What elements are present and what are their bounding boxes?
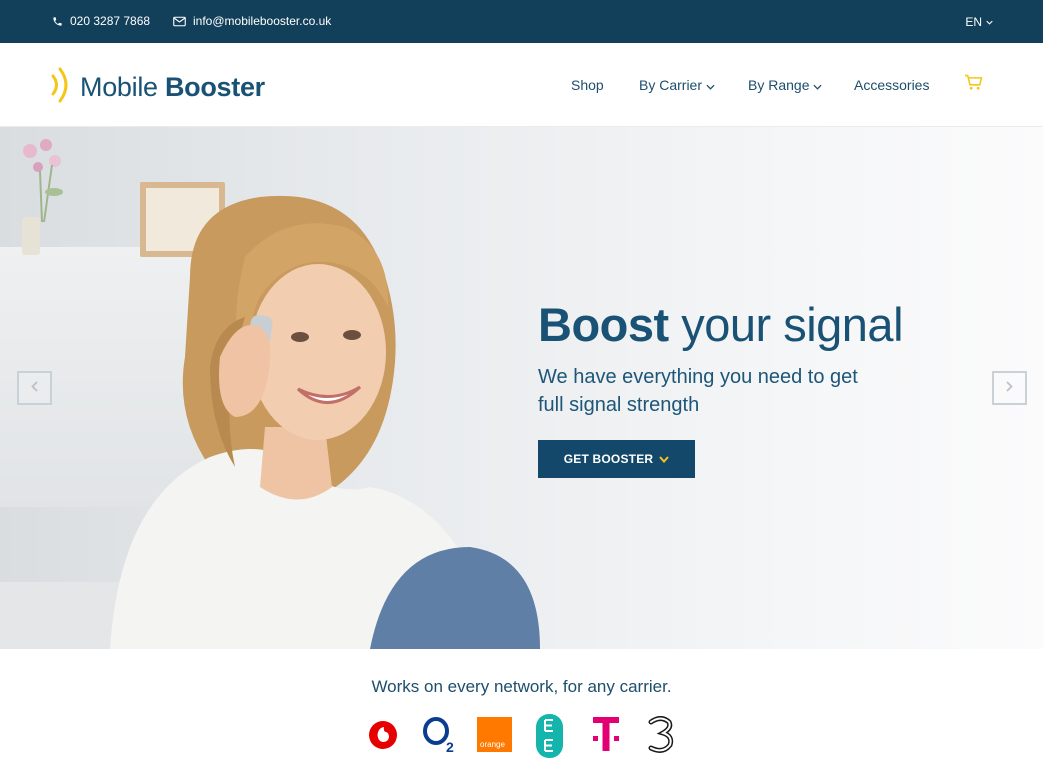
- nav-by-range-label: By Range: [748, 77, 810, 93]
- get-booster-button[interactable]: GET BOOSTER: [538, 440, 695, 478]
- nav-by-carrier-label: By Carrier: [639, 77, 703, 93]
- main-nav: Shop By Carrier By Range Accessories: [0, 77, 1043, 97]
- cart-icon: [964, 74, 983, 95]
- hero-subtitle: We have everything you need to get full …: [538, 366, 858, 416]
- nav-shop[interactable]: Shop: [571, 77, 604, 93]
- orange-logo: orange: [477, 717, 512, 752]
- language-label: EN: [965, 15, 982, 29]
- carousel-next-button[interactable]: [992, 371, 1027, 405]
- networks-title: Works on every network, for any carrier.: [371, 677, 672, 696]
- hero-title-bold: Boost: [538, 298, 669, 351]
- chevron-left-icon: [31, 379, 38, 397]
- hero-content: Boost your signal We have everything you…: [538, 297, 958, 478]
- hero-carousel: Boost your signal We have everything you…: [0, 127, 1043, 649]
- hero-title: Boost your signal: [538, 297, 958, 353]
- email-address: info@mobilebooster.co.uk: [193, 14, 332, 28]
- nav-accessories[interactable]: Accessories: [854, 77, 929, 93]
- t-mobile-logo: [593, 717, 619, 751]
- email-contact[interactable]: info@mobilebooster.co.uk: [173, 14, 331, 28]
- phone-contact[interactable]: 020 3287 7868: [52, 14, 150, 28]
- chevron-down-icon: [813, 77, 823, 93]
- nav-by-carrier[interactable]: By Carrier: [639, 77, 715, 93]
- o2-logo: 2: [423, 717, 454, 754]
- language-selector[interactable]: EN: [965, 15, 993, 29]
- orange-logo-label: orange: [480, 740, 505, 749]
- three-logo: [648, 716, 674, 753]
- carousel-prev-button[interactable]: [17, 371, 52, 405]
- phone-icon: [52, 16, 63, 27]
- top-bar: 020 3287 7868 info@mobilebooster.co.uk E…: [0, 0, 1043, 43]
- nav-by-range[interactable]: By Range: [748, 77, 823, 93]
- cart-button[interactable]: [964, 74, 983, 96]
- chevron-down-icon: [986, 20, 993, 25]
- phone-number: 020 3287 7868: [70, 14, 151, 28]
- chevron-right-icon: [1006, 379, 1013, 397]
- nav-accessories-label: Accessories: [854, 77, 930, 93]
- site-header: Mobile Booster Shop By Carrier By Range …: [0, 43, 1043, 127]
- networks-section: Works on every network, for any carrier.…: [0, 649, 1043, 767]
- envelope-icon: [173, 16, 186, 27]
- vodafone-logo: [369, 721, 397, 749]
- hero-woman-on-phone-image: [110, 195, 540, 649]
- get-booster-button-label: GET BOOSTER: [563, 452, 654, 466]
- background-flowers: [23, 139, 63, 223]
- chevron-down-icon: [706, 77, 715, 93]
- nav-shop-label: Shop: [571, 77, 604, 93]
- svg-text:2: 2: [446, 739, 454, 754]
- ee-logo: [536, 714, 563, 758]
- hero-title-regular: your signal: [681, 298, 904, 351]
- chevron-down-icon: [659, 452, 670, 466]
